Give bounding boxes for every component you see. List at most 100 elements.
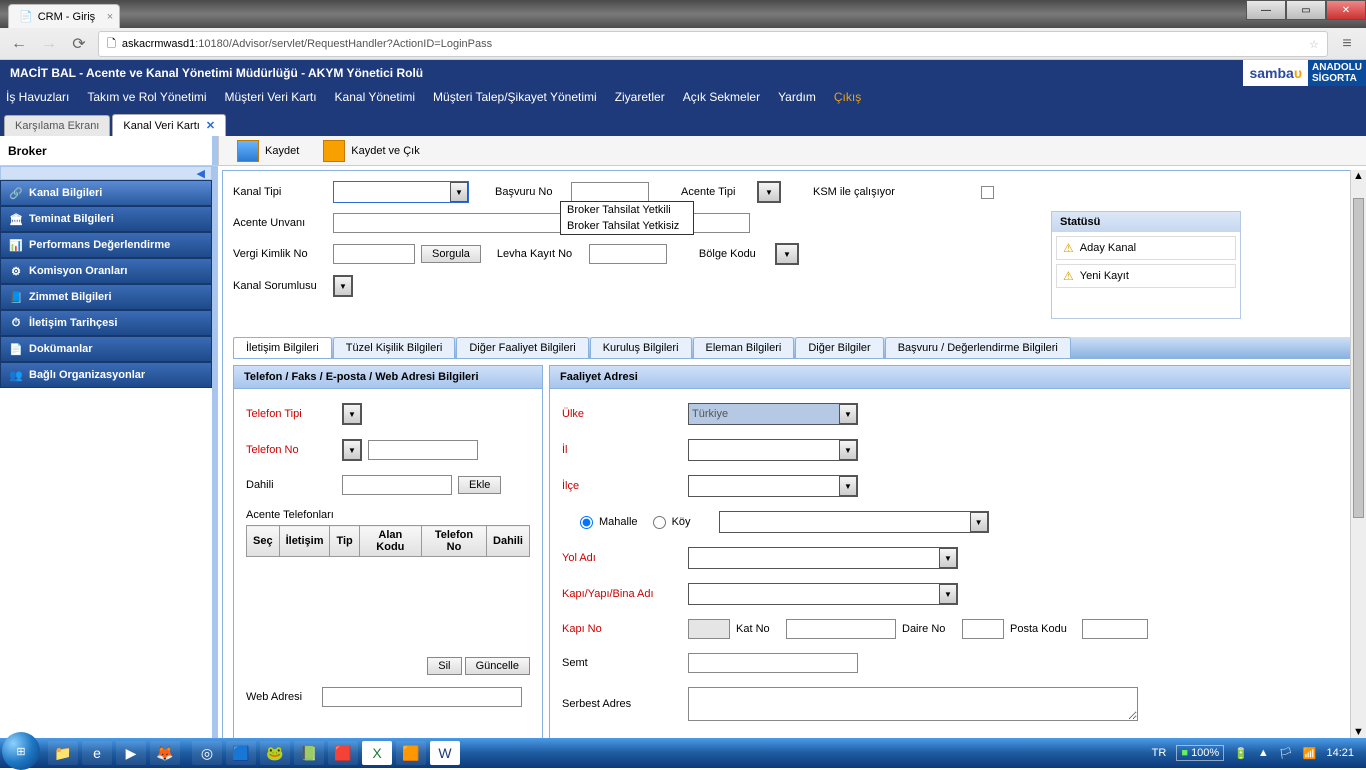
task-explorer[interactable]: 📁 xyxy=(48,741,78,765)
ilce-select[interactable]: ▼ xyxy=(688,475,858,497)
kat-no-input[interactable] xyxy=(786,619,896,639)
bookmark-star-icon[interactable]: ☆ xyxy=(1309,38,1319,51)
window-maximize-button[interactable]: ▭ xyxy=(1286,0,1326,20)
vergi-kimlik-input[interactable] xyxy=(333,244,415,264)
dropdown-option-yetkisiz[interactable]: Broker Tahsilat Yetkisiz xyxy=(561,218,693,234)
tab-diger-faaliyet[interactable]: Diğer Faaliyet Bilgileri xyxy=(456,337,588,358)
task-app4[interactable]: 🟥 xyxy=(328,741,358,765)
tray-up-icon[interactable]: ▲ xyxy=(1258,747,1269,759)
yol-select[interactable]: ▼ xyxy=(688,547,958,569)
menu-is-havuzlari[interactable]: İş Havuzları xyxy=(6,90,69,104)
sidebar-collapse-button[interactable]: ◀ xyxy=(0,166,212,180)
sidebar-item-zimmet[interactable]: 📘Zimmet Bilgileri xyxy=(0,284,212,310)
tab-kurulus[interactable]: Kuruluş Bilgileri xyxy=(590,337,692,358)
nav-reload-button[interactable]: ⟳ xyxy=(68,33,90,55)
chevron-down-icon[interactable]: ▼ xyxy=(776,244,798,264)
sidebar-item-komisyon[interactable]: ⚙Komisyon Oranları xyxy=(0,258,212,284)
menu-cikis[interactable]: Çıkış xyxy=(834,90,861,104)
sidebar-item-performans[interactable]: 📊Performans Değerlendirme xyxy=(0,232,212,258)
nav-forward-button[interactable]: → xyxy=(38,33,60,55)
dropdown-option-yetkili[interactable]: Broker Tahsilat Yetkili xyxy=(561,202,693,218)
network-icon[interactable]: 📶 xyxy=(1303,747,1317,760)
menu-takim-rol[interactable]: Takım ve Rol Yönetimi xyxy=(87,90,206,104)
sorgula-button[interactable]: Sorgula xyxy=(421,245,481,263)
task-app3[interactable]: 📗 xyxy=(294,741,324,765)
task-excel[interactable]: X xyxy=(362,741,392,765)
bolge-kodu-select[interactable]: ▼ xyxy=(775,243,799,265)
basvuru-no-input[interactable] xyxy=(571,182,649,202)
task-app5[interactable]: 🟧 xyxy=(396,741,426,765)
chevron-down-icon[interactable]: ▼ xyxy=(839,440,857,460)
kanal-tipi-input[interactable] xyxy=(334,182,450,202)
menu-kanal-yonetimi[interactable]: Kanal Yönetimi xyxy=(335,90,416,104)
menu-ziyaretler[interactable]: Ziyaretler xyxy=(615,90,665,104)
chevron-down-icon[interactable]: ▼ xyxy=(450,182,468,202)
daire-no-input[interactable] xyxy=(962,619,1004,639)
chevron-down-icon[interactable]: ▼ xyxy=(343,404,361,424)
task-app1[interactable]: 🟦 xyxy=(226,741,256,765)
task-media[interactable]: ▶ xyxy=(116,741,146,765)
sidebar-item-teminat[interactable]: 🏛Teminat Bilgileri xyxy=(0,206,212,232)
sil-button[interactable]: Sil xyxy=(427,657,461,675)
tab-diger[interactable]: Diğer Bilgiler xyxy=(795,337,883,358)
chevron-down-icon[interactable]: ▼ xyxy=(939,584,957,604)
menu-yardim[interactable]: Yardım xyxy=(778,90,816,104)
tray-time[interactable]: 14:21 xyxy=(1326,747,1354,759)
ulke-select[interactable]: ▼ xyxy=(688,403,858,425)
mahalle-input[interactable] xyxy=(720,512,970,532)
sidebar-item-organizasyonlar[interactable]: 👥Bağlı Organizasyonlar xyxy=(0,362,212,388)
chevron-down-icon[interactable]: ▼ xyxy=(970,512,988,532)
telefon-tipi-select[interactable]: ▼ xyxy=(342,403,362,425)
levha-kayit-input[interactable] xyxy=(589,244,667,264)
ekle-button[interactable]: Ekle xyxy=(458,476,501,494)
koy-radio[interactable] xyxy=(653,516,666,529)
window-close-button[interactable]: ✕ xyxy=(1326,0,1366,20)
mahalle-select[interactable]: ▼ xyxy=(719,511,989,533)
scroll-thumb[interactable] xyxy=(1353,198,1364,518)
chevron-down-icon[interactable]: ▼ xyxy=(343,440,361,460)
acente-tipi-select[interactable]: ▼ xyxy=(757,181,781,203)
tray-zoom[interactable]: ■ 100% xyxy=(1176,745,1224,761)
kapi-yapi-select[interactable]: ▼ xyxy=(688,583,958,605)
chevron-down-icon[interactable]: ▼ xyxy=(939,548,957,568)
menu-talep-sikayet[interactable]: Müşteri Talep/Şikayet Yönetimi xyxy=(433,90,597,104)
task-word[interactable]: W xyxy=(430,741,460,765)
kanal-tipi-select[interactable]: ▼ xyxy=(333,181,469,203)
dahili-input[interactable] xyxy=(342,475,452,495)
vertical-scrollbar[interactable]: ▲ ▼ xyxy=(1350,170,1366,738)
telefon-no-input[interactable] xyxy=(368,440,478,460)
start-button[interactable]: ⊞ xyxy=(2,732,40,770)
col-tip[interactable]: Tip xyxy=(330,526,359,557)
tray-lang[interactable]: TR xyxy=(1152,747,1167,759)
tab-tuzel[interactable]: Tüzel Kişilik Bilgileri xyxy=(333,337,456,358)
nav-back-button[interactable]: ← xyxy=(8,33,30,55)
close-icon[interactable]: ✕ xyxy=(206,119,215,132)
yol-input[interactable] xyxy=(689,548,939,568)
col-dahili[interactable]: Dahili xyxy=(487,526,530,557)
task-ie[interactable]: e xyxy=(82,741,112,765)
ilce-input[interactable] xyxy=(689,476,839,496)
mahalle-radio[interactable] xyxy=(580,516,593,529)
guncelle-button[interactable]: Güncelle xyxy=(465,657,530,675)
col-telefon[interactable]: Telefon No xyxy=(421,526,486,557)
save-button[interactable]: Kaydet xyxy=(227,138,309,164)
menu-acik-sekmeler[interactable]: Açık Sekmeler xyxy=(683,90,760,104)
doc-tab-kanal-veri[interactable]: Kanal Veri Kartı✕ xyxy=(112,114,226,136)
kanal-sorumlusu-select[interactable]: ▼ xyxy=(333,275,353,297)
window-minimize-button[interactable]: — xyxy=(1246,0,1286,20)
col-alan[interactable]: Alan Kodu xyxy=(359,526,421,557)
sidebar-item-iletisim[interactable]: ⏱İletişim Tarihçesi xyxy=(0,310,212,336)
semt-input[interactable] xyxy=(688,653,858,673)
posta-input[interactable] xyxy=(1082,619,1148,639)
tab-basvuru[interactable]: Başvuru / Değerlendirme Bilgileri xyxy=(885,337,1071,358)
web-adresi-input[interactable] xyxy=(322,687,522,707)
sidebar-item-dokumanlar[interactable]: 📄Dokümanlar xyxy=(0,336,212,362)
serbest-adres-input[interactable] xyxy=(688,687,1138,721)
col-sec[interactable]: Seç xyxy=(247,526,280,557)
chevron-down-icon[interactable]: ▼ xyxy=(758,182,780,202)
il-input[interactable] xyxy=(689,440,839,460)
close-icon[interactable]: × xyxy=(107,11,113,23)
sidebar-item-kanal-bilgileri[interactable]: 🔗Kanal Bilgileri xyxy=(0,180,212,206)
col-iletisim[interactable]: İletişim xyxy=(279,526,330,557)
tab-eleman[interactable]: Eleman Bilgileri xyxy=(693,337,795,358)
